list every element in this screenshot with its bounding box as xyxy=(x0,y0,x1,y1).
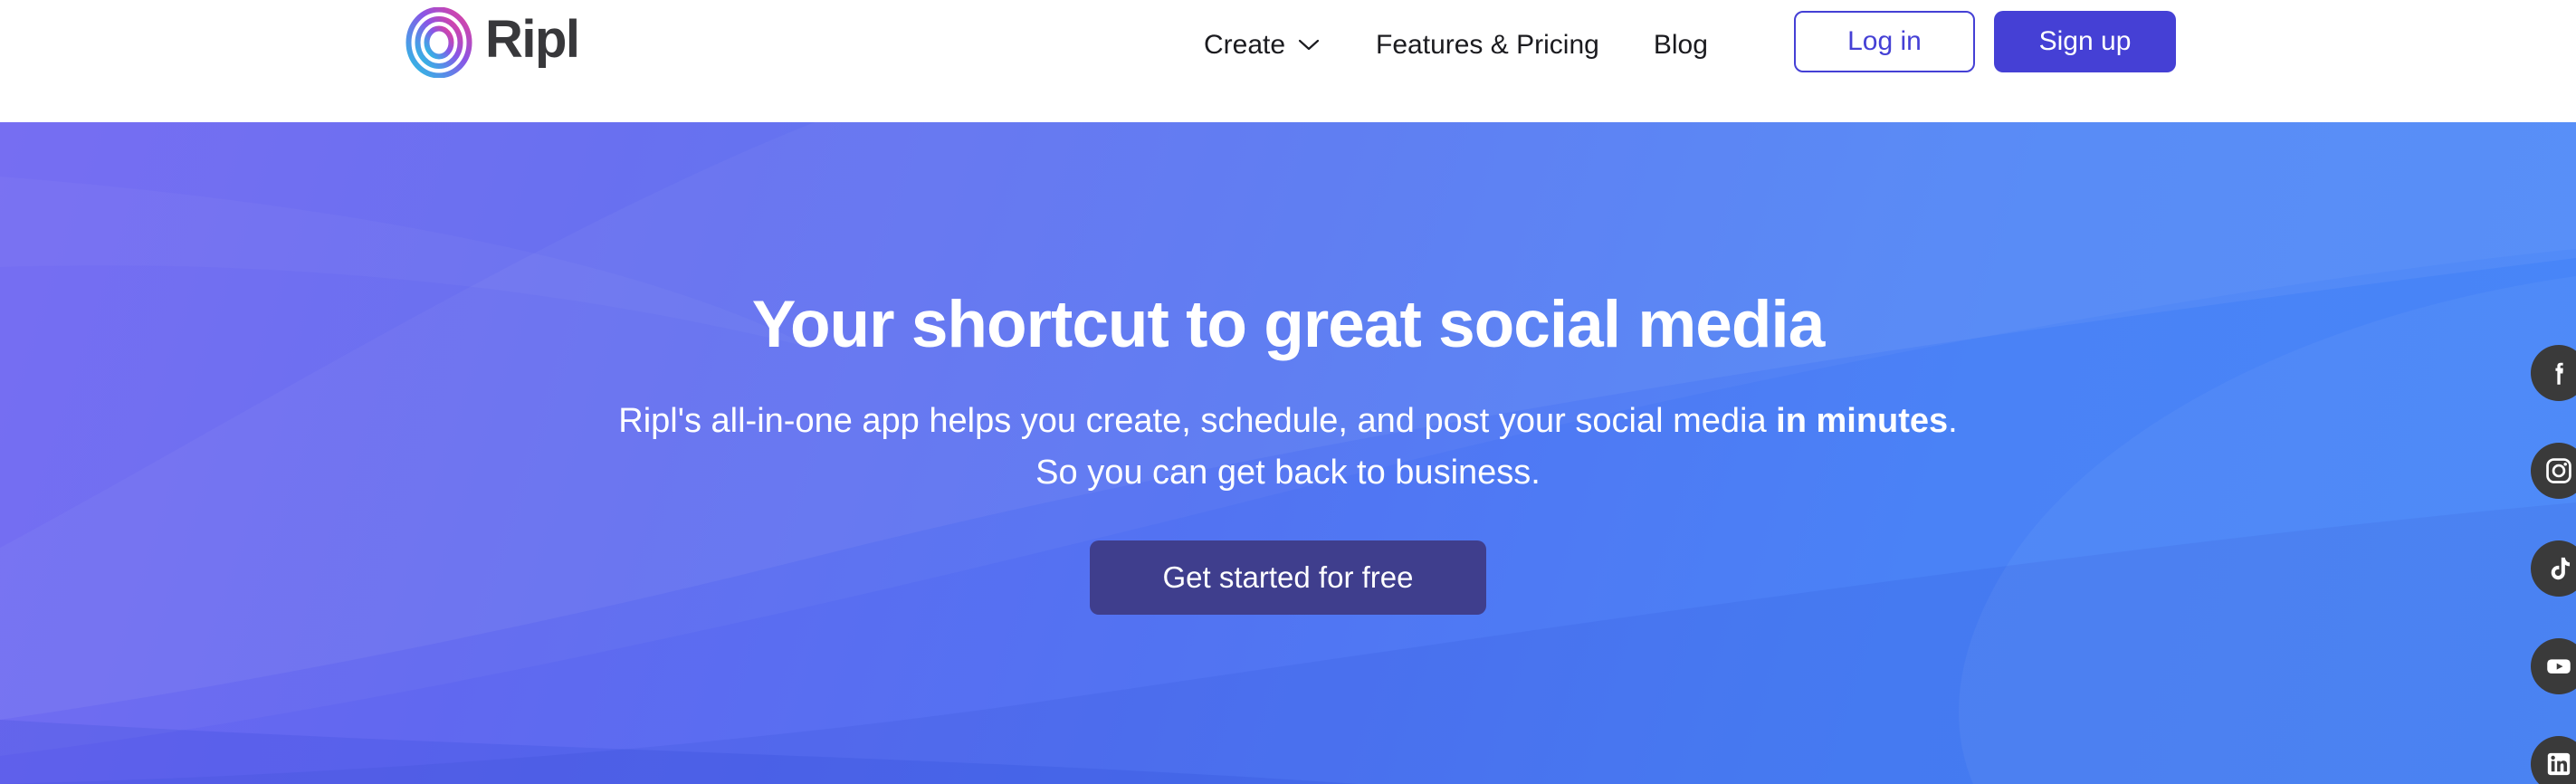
facebook-icon xyxy=(2555,362,2563,385)
ripl-logo-icon xyxy=(405,7,472,78)
hero-subtitle: Ripl's all-in-one app helps you create, … xyxy=(618,396,1957,499)
chevron-down-icon xyxy=(1298,39,1320,51)
get-started-button[interactable]: Get started for free xyxy=(1090,540,1486,616)
logo-wordmark: Ripl xyxy=(485,10,580,69)
signup-button[interactable]: Sign up xyxy=(1994,11,2176,72)
site-header: Ripl Create Features & Pricing Blog Log … xyxy=(0,0,2576,122)
hero-subtitle-part2: . xyxy=(1948,402,1958,441)
social-link-facebook[interactable] xyxy=(2531,345,2576,401)
social-link-instagram[interactable] xyxy=(2531,443,2576,499)
ripl-logo-link[interactable]: Ripl xyxy=(405,7,580,78)
nav-item-create[interactable]: Create xyxy=(1204,0,1320,91)
page-root: Ripl Create Features & Pricing Blog Log … xyxy=(0,0,2576,784)
tiktok-icon xyxy=(2551,557,2570,579)
hero-subtitle-line2: So you can get back to business. xyxy=(1035,454,1541,492)
hero-subtitle-emphasis: in minutes xyxy=(1776,402,1949,441)
instagram-icon xyxy=(2546,458,2571,483)
nav-item-blog[interactable]: Blog xyxy=(1654,0,1708,91)
nav-item-create-label: Create xyxy=(1204,30,1286,60)
hero-subtitle-part1: Ripl's all-in-one app helps you create, … xyxy=(618,402,1777,441)
login-button[interactable]: Log in xyxy=(1794,11,1975,72)
youtube-icon xyxy=(2547,659,2571,674)
hero-title: Your shortcut to great social media xyxy=(751,288,1826,361)
nav-item-features-pricing[interactable]: Features & Pricing xyxy=(1376,0,1599,91)
social-link-youtube[interactable] xyxy=(2531,638,2576,694)
hero-content: Your shortcut to great social media Ripl… xyxy=(0,122,2576,784)
social-link-linkedin[interactable] xyxy=(2531,736,2576,784)
nav-item-blog-label: Blog xyxy=(1653,30,1708,60)
linkedin-icon xyxy=(2547,752,2571,776)
social-links-rail xyxy=(2531,345,2576,784)
primary-navigation: Create Features & Pricing Blog xyxy=(1204,0,1708,91)
nav-item-features-pricing-label: Features & Pricing xyxy=(1376,30,1599,60)
social-link-tiktok[interactable] xyxy=(2531,540,2576,597)
hero-section: Your shortcut to great social media Ripl… xyxy=(0,122,2576,784)
